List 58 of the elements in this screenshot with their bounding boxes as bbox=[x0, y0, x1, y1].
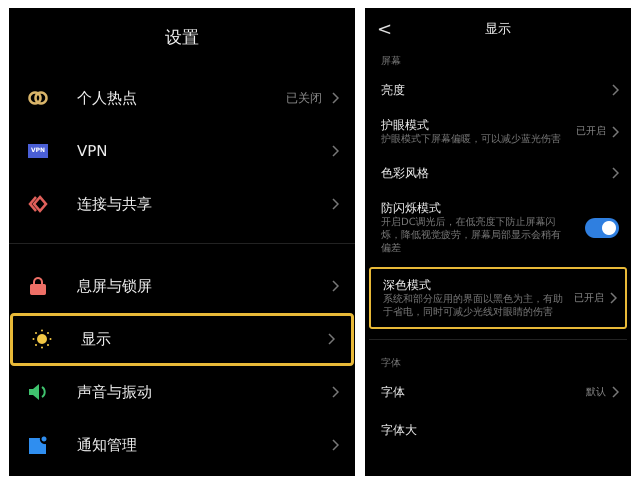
chevron-right-icon bbox=[328, 333, 335, 345]
item-label: 通知管理 bbox=[77, 434, 138, 456]
screen-title: 设置 bbox=[164, 27, 200, 50]
item-label: 亮度 bbox=[381, 82, 406, 98]
item-label: 显示 bbox=[81, 328, 112, 350]
item-label: 深色模式 bbox=[383, 277, 432, 293]
display-item[interactable]: 亮度 bbox=[369, 71, 627, 109]
item-label: 连接与共享 bbox=[77, 194, 153, 215]
chevron-right-icon bbox=[610, 292, 617, 304]
item-description: 开启DC调光后，在低亮度下防止屏幕闪烁，降低视觉疲劳，屏幕局部显示会稍有偏差 bbox=[381, 216, 562, 255]
display-item[interactable]: 防闪烁模式 开启DC调光后，在低亮度下防止屏幕闪烁，降低视觉疲劳，屏幕局部显示会稍有偏差 bbox=[369, 192, 627, 263]
chevron-right-icon bbox=[612, 84, 619, 96]
item-label: 字体 bbox=[381, 384, 406, 400]
linked-rings-icon bbox=[27, 90, 49, 106]
chevron-right-icon bbox=[332, 145, 339, 157]
toggle-switch[interactable] bbox=[585, 218, 619, 238]
display-item[interactable]: 护眼模式 护眼模式下屏幕偏暖，可以减少蓝光伤害 已开启 bbox=[369, 109, 627, 154]
display-item[interactable]: 深色模式 系统和部分应用的界面以黑色为主，有助于省电，同时可减少光线对眼睛的伤害 已开启 bbox=[369, 267, 627, 329]
sun-icon bbox=[32, 329, 52, 349]
item-value: 已开启 bbox=[574, 292, 604, 306]
notification-icon bbox=[29, 436, 47, 454]
speaker-icon bbox=[28, 383, 48, 401]
settings-item[interactable]: 通知管理 bbox=[9, 418, 355, 472]
section-heading: 字体 bbox=[380, 356, 402, 371]
item-label: 声音与振动 bbox=[77, 382, 153, 403]
item-value: 已关闭 bbox=[286, 90, 322, 107]
display-item[interactable]: 色彩风格 bbox=[369, 154, 627, 192]
settings-item[interactable]: 显示 bbox=[10, 312, 354, 366]
item-label: 色彩风格 bbox=[381, 165, 430, 181]
item-label: 息屏与锁屏 bbox=[77, 276, 153, 297]
diamond-arrows-icon bbox=[28, 194, 48, 214]
section-heading: 屏幕 bbox=[380, 54, 402, 69]
display-item[interactable]: 字体大 bbox=[369, 411, 627, 449]
item-label: 个人热点 bbox=[77, 88, 138, 109]
item-label: 字体大 bbox=[381, 422, 418, 438]
screen-title: 显示 bbox=[485, 21, 511, 40]
display-item[interactable]: 字体 默认 bbox=[369, 373, 627, 411]
chevron-right-icon bbox=[332, 439, 339, 451]
item-label: 护眼模式 bbox=[381, 117, 430, 133]
item-label: 防闪烁模式 bbox=[381, 200, 442, 216]
back-button[interactable]: < bbox=[377, 21, 392, 39]
chevron-right-icon bbox=[612, 386, 619, 398]
item-description: 系统和部分应用的界面以黑色为主，有助于省电，同时可减少光线对眼睛的伤害 bbox=[383, 293, 564, 319]
chevron-right-icon bbox=[612, 167, 619, 179]
chevron-right-icon bbox=[612, 126, 619, 138]
settings-item[interactable]: 声音与振动 bbox=[9, 366, 355, 418]
item-value: 默认 bbox=[586, 386, 606, 400]
settings-item[interactable]: 连接与共享 bbox=[9, 178, 355, 230]
chevron-right-icon bbox=[332, 280, 339, 292]
settings-item[interactable]: 个人热点 已关闭 bbox=[9, 72, 355, 124]
item-label: VPN bbox=[77, 140, 109, 162]
chevron-right-icon bbox=[332, 386, 339, 398]
chevron-right-icon bbox=[332, 92, 339, 104]
settings-item[interactable]: 息屏与锁屏 bbox=[9, 260, 355, 312]
item-value: 已开启 bbox=[576, 124, 606, 139]
lock-icon bbox=[29, 276, 47, 296]
chevron-right-icon bbox=[332, 198, 339, 210]
item-description: 护眼模式下屏幕偏暖，可以减少蓝光伤害 bbox=[381, 133, 562, 146]
